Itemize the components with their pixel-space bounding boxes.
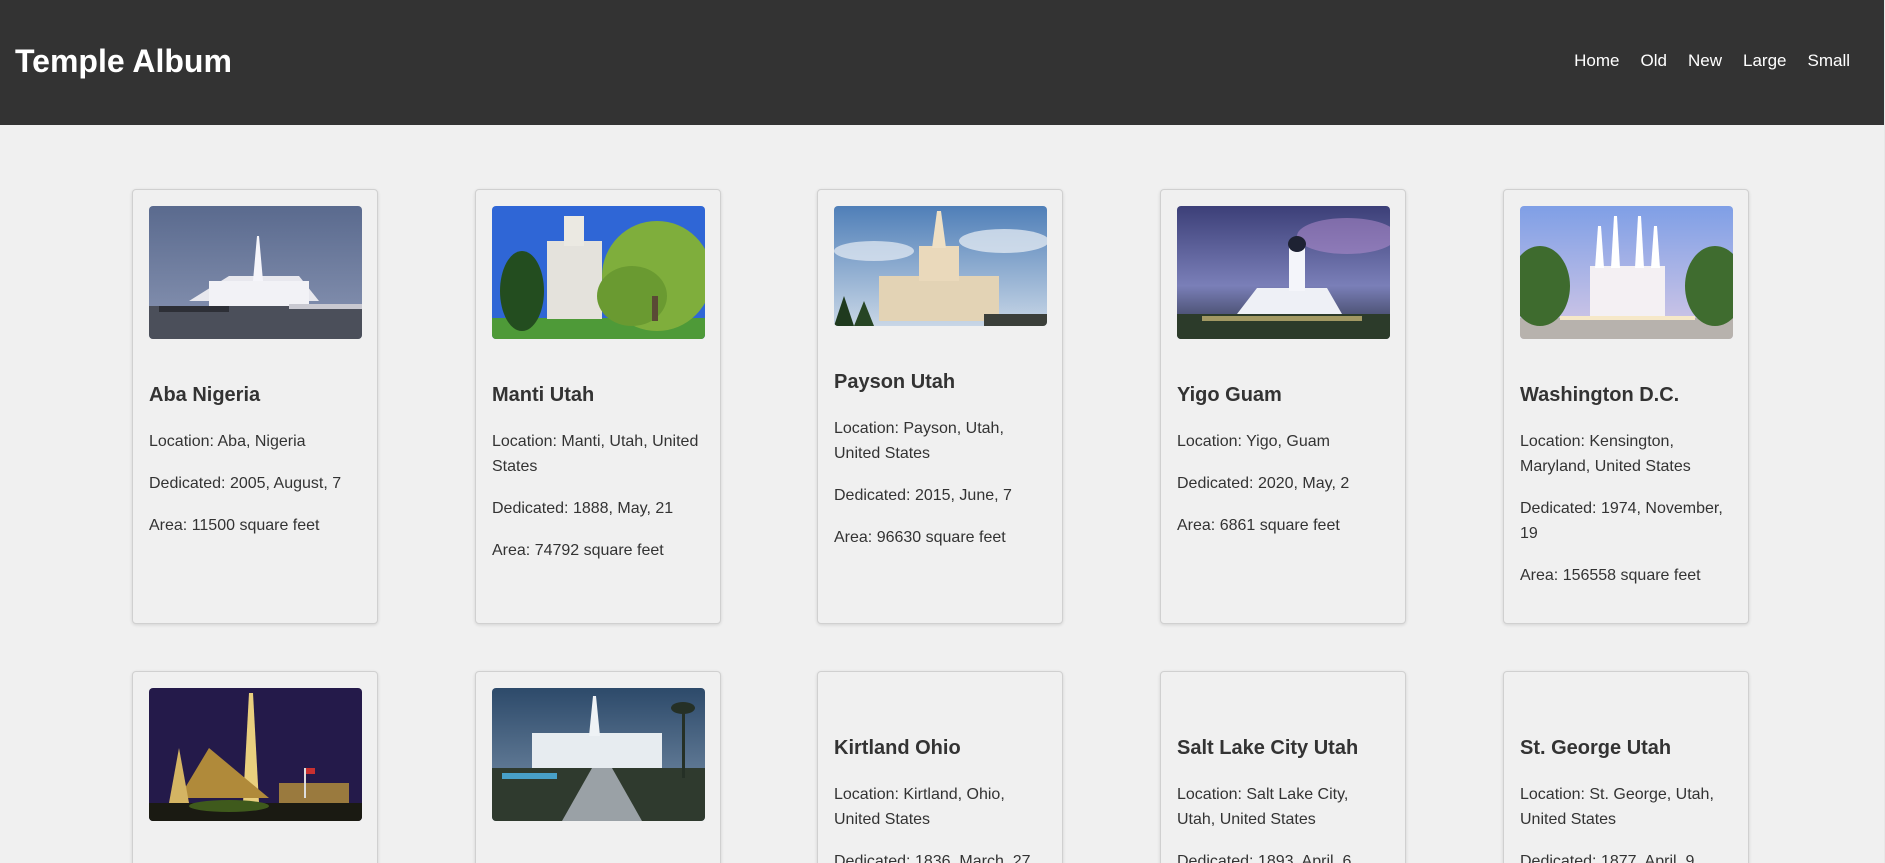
temple-card: St. George Utah Location: St. George, Ut…: [1503, 671, 1749, 863]
temple-card: [475, 671, 721, 863]
temple-image: [492, 206, 705, 339]
temple-name: Manti Utah: [492, 384, 595, 406]
temple-location: Location: Kirtland, Ohio, United States: [834, 786, 1005, 828]
temple-area: Area: 74792 square feet: [492, 542, 664, 559]
temple-dedicated: Dedicated: 1836, March, 27: [834, 853, 1031, 863]
temple-location: Location: Aba, Nigeria: [149, 433, 306, 450]
temple-name: Kirtland Ohio: [834, 737, 961, 759]
temple-name: Washington D.C.: [1520, 384, 1680, 406]
temple-location: Location: St. George, Utah, United State…: [1520, 786, 1714, 828]
temple-area: Area: 11500 square feet: [149, 517, 320, 534]
temple-dedicated: Dedicated: 1974, November, 19: [1520, 500, 1723, 542]
temple-name: Salt Lake City Utah: [1177, 737, 1359, 759]
temple-name: St. George Utah: [1520, 737, 1672, 759]
temple-dedicated: Dedicated: 1888, May, 21: [492, 500, 674, 517]
temple-location: Location: Kensington, Maryland, United S…: [1520, 433, 1691, 475]
temple-dedicated: Dedicated: 1893, April, 6: [1177, 853, 1352, 863]
temple-name: Aba Nigeria: [149, 384, 261, 406]
temple-location: Location: Payson, Utah, United States: [834, 420, 1004, 462]
temple-location: Location: Manti, Utah, United States: [492, 433, 699, 475]
temple-card: [132, 671, 378, 863]
temple-dedicated: Dedicated: 2015, June, 7: [834, 487, 1012, 504]
temple-card: Yigo Guam Location: Yigo, Guam Dedicated…: [1160, 189, 1406, 624]
temple-image: [1177, 206, 1390, 339]
temple-location: Location: Yigo, Guam: [1177, 433, 1330, 450]
temple-image: [149, 206, 362, 339]
temple-location: Location: Salt Lake City, Utah, United S…: [1177, 786, 1349, 828]
temple-area: Area: 6861 square feet: [1177, 517, 1340, 534]
temple-card: Kirtland Ohio Location: Kirtland, Ohio, …: [817, 671, 1063, 863]
temple-card: Salt Lake City Utah Location: Salt Lake …: [1160, 671, 1406, 863]
temple-image: [492, 688, 705, 821]
temple-name: Payson Utah: [834, 371, 956, 393]
temple-card: Payson Utah Location: Payson, Utah, Unit…: [817, 189, 1063, 624]
temple-image: [149, 688, 362, 821]
temple-dedicated: Dedicated: 1877, April, 9: [1520, 853, 1695, 863]
temple-area: Area: 96630 square feet: [834, 529, 1006, 546]
temple-dedicated: Dedicated: 2005, August, 7: [149, 475, 342, 492]
temple-area: Area: 156558 square feet: [1520, 567, 1701, 584]
temple-name: Yigo Guam: [1177, 384, 1282, 406]
temple-image: [1520, 206, 1733, 339]
temple-card: Manti Utah Location: Manti, Utah, United…: [475, 189, 721, 624]
temple-card: Washington D.C. Location: Kensington, Ma…: [1503, 189, 1749, 624]
temple-card: Aba Nigeria Location: Aba, Nigeria Dedic…: [132, 189, 378, 624]
page: Temple Album Home Old New Large Small Ab…: [0, 0, 1885, 863]
temple-image: [834, 206, 1047, 326]
temple-grid: Aba Nigeria Location: Aba, Nigeria Dedic…: [0, 0, 1884, 863]
temple-dedicated: Dedicated: 2020, May, 2: [1177, 475, 1350, 492]
